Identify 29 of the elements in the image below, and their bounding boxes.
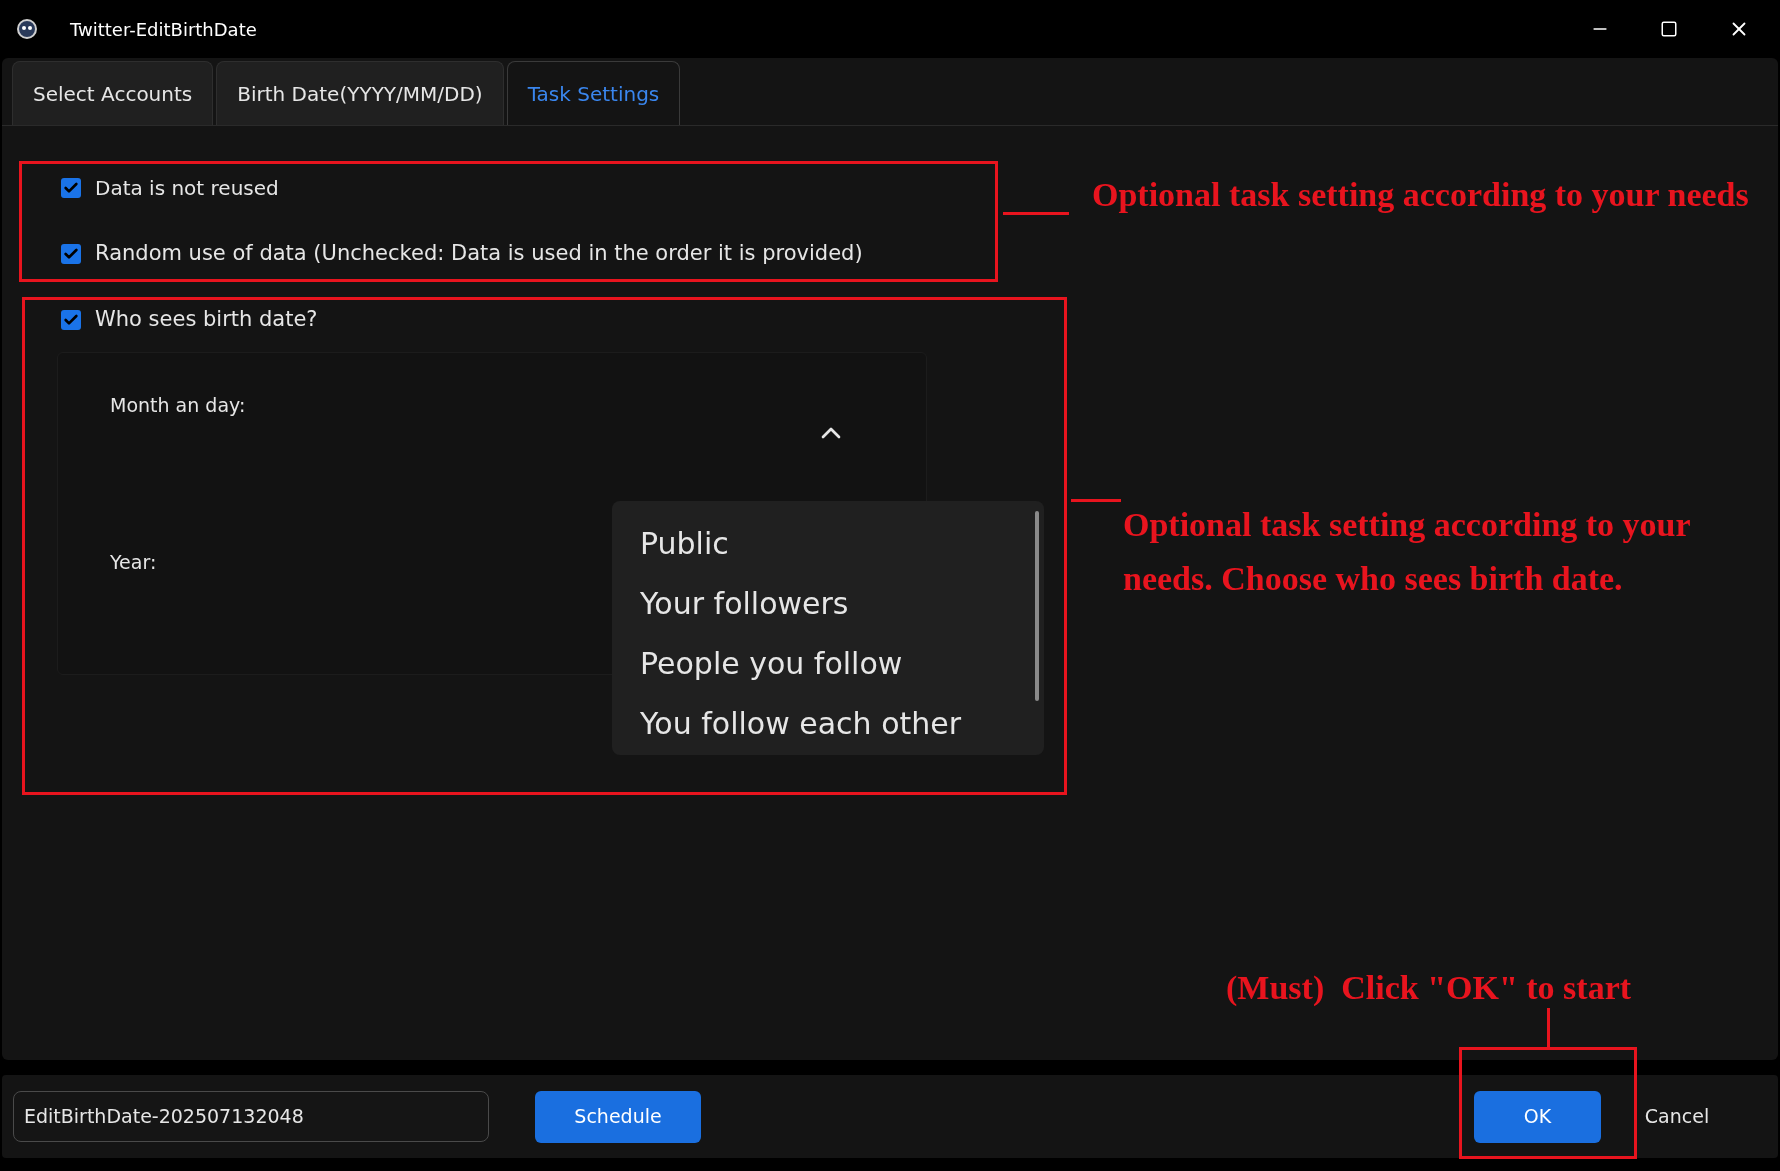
dropdown-item[interactable]: People you follow [640, 633, 1044, 693]
dropdown-item[interactable]: Your followers [640, 573, 1044, 633]
field-label: Month an day: [110, 393, 246, 418]
task-name-field[interactable]: EditBirthDate-202507132048 [13, 1091, 489, 1142]
scrollbar-thumb[interactable] [1035, 511, 1039, 701]
schedule-button[interactable]: Schedule [535, 1090, 701, 1143]
app-logo-icon [16, 18, 38, 40]
tab[interactable]: Select Accounts [12, 61, 214, 125]
leader-line [1003, 212, 1069, 215]
cancel-button[interactable]: Cancel [1627, 1090, 1727, 1143]
ok-button[interactable]: OK [1474, 1090, 1601, 1143]
maximize-icon[interactable] [1660, 20, 1678, 38]
leader-line [1547, 1008, 1550, 1048]
annotation-text: Optional task setting according to your needs. Choose who sees birth date. [1123, 505, 1691, 599]
option-label: Data is not reused [95, 175, 279, 202]
tab[interactable]: Birth Date(YYYY/MM/DD) [216, 61, 504, 125]
dropdown-item[interactable]: Public [640, 513, 1044, 573]
checkbox[interactable] [61, 178, 81, 198]
option-label: Random use of data (Unchecked: Data is used in the order it is provided) [95, 240, 863, 268]
option-label: Who sees birth date? [95, 306, 318, 334]
annotation-text: (Must) Click "OK" to start [1226, 968, 1632, 1008]
window-title: Twitter-EditBirthDate [70, 17, 257, 42]
dropdown-item[interactable]: You follow each other [640, 693, 1044, 753]
checkbox[interactable] [61, 310, 81, 330]
annotation-text: Optional task setting according to your needs [1092, 175, 1750, 215]
tab[interactable]: Task Settings [506, 61, 681, 125]
checkbox[interactable] [61, 244, 81, 264]
field-label: Year: [110, 550, 157, 575]
leader-line [1071, 499, 1121, 502]
